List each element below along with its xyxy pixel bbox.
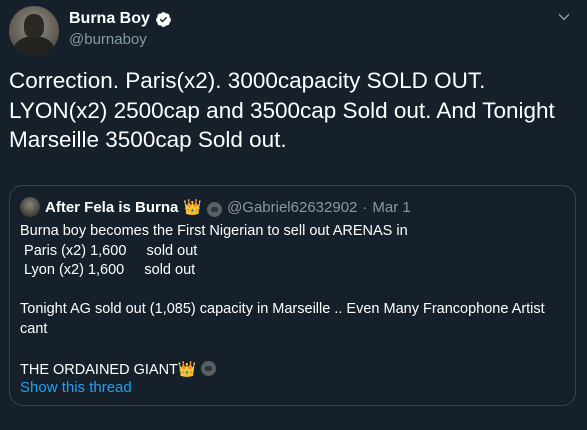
quoted-line: Burna boy becomes the First Nigerian to …	[20, 223, 408, 239]
quoted-author-avatar	[20, 197, 40, 217]
author-name-row[interactable]: Burna Boy	[69, 10, 172, 28]
author-handle[interactable]: @burnaboy	[69, 31, 147, 48]
tweet-text: Correction. Paris(x2). 3000capacity SOLD…	[9, 66, 579, 155]
crown-icon: 👑	[177, 360, 197, 378]
author-name[interactable]: Burna Boy	[69, 10, 150, 28]
quoted-blank-line	[20, 281, 565, 301]
quoted-last-line: THE ORDAINED GIANT👑	[20, 359, 565, 381]
quoted-line: Lyon (x2) 1,600 sold out	[20, 262, 196, 278]
tweet-line: LYON(x2) 2500cap and 3500cap Sold out. A…	[9, 97, 555, 123]
tweet-line: Correction. Paris(x2). 3000capacity SOLD…	[9, 68, 486, 93]
crown-icon: 👑	[183, 198, 203, 216]
author-avatar[interactable]	[9, 6, 59, 56]
avatar-shoulders	[13, 36, 55, 56]
quoted-line: Paris (x2) 1,600 sold out	[20, 242, 198, 259]
quoted-tweet-date: Mar 1	[372, 198, 411, 216]
quoted-author-handle: @Gabriel62632902	[227, 198, 358, 216]
separator-dot: ·	[362, 198, 368, 216]
quoted-tweet-header: After Fela is Burna 👑 @Gabriel62632902 ·…	[20, 197, 411, 217]
quoted-author-name: After Fela is Burna	[45, 198, 179, 216]
quoted-line: THE ORDAINED GIANT	[20, 361, 178, 378]
show-thread-link[interactable]: Show this thread	[20, 379, 132, 396]
gorilla-icon	[207, 201, 223, 217]
quoted-tweet-body: Burna boy becomes the First Nigerian to …	[20, 222, 565, 380]
gorilla-icon	[200, 360, 216, 376]
quoted-blank-line	[20, 339, 565, 359]
quoted-line: Tonight AG sold out (1,085) capacity in …	[20, 301, 545, 317]
quoted-line: cant	[20, 320, 48, 337]
tweet-line: Marseille 3500cap Sold out.	[9, 127, 287, 152]
avatar-face	[24, 14, 44, 38]
verified-badge-icon	[155, 11, 171, 27]
quoted-tweet-card[interactable]: After Fela is Burna 👑 @Gabriel62632902 ·…	[9, 185, 576, 406]
chevron-down-icon[interactable]	[554, 10, 574, 26]
